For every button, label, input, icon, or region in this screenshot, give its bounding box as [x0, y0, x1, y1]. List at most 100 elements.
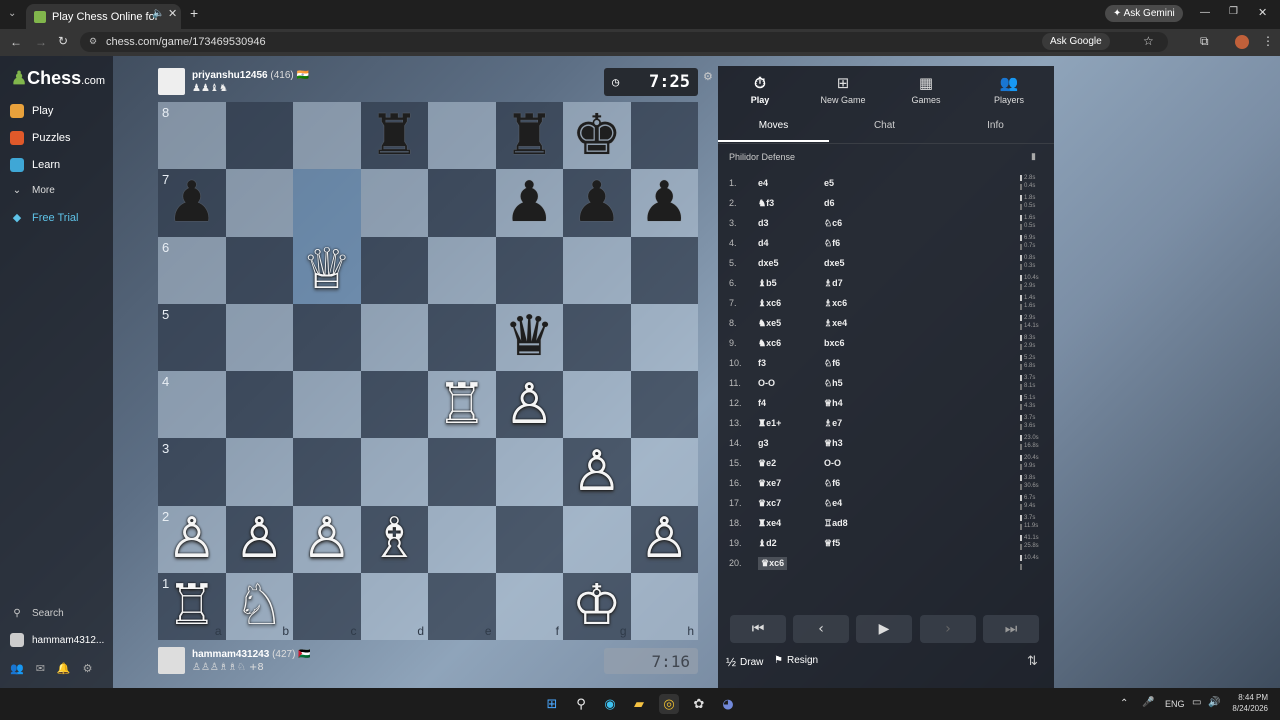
black-piece[interactable]: ♚ [572, 107, 622, 164]
square-e5[interactable] [428, 303, 496, 371]
square-c8[interactable] [293, 102, 361, 170]
tab-players[interactable]: 👥 Players [974, 74, 1044, 105]
flip-board-icon[interactable]: ⇅ [1027, 653, 1038, 669]
black-move[interactable]: ♕h3 [824, 438, 890, 449]
file-explorer-icon[interactable]: ▰ [629, 694, 649, 714]
system-clock[interactable]: 8:44 PM 8/24/2026 [1224, 692, 1268, 714]
edge-icon[interactable]: ◉ [600, 694, 620, 714]
square-g4[interactable] [563, 371, 631, 439]
white-piece[interactable]: ♗ [369, 511, 419, 567]
white-move[interactable]: dxe5 [758, 258, 824, 268]
square-f4[interactable]: ♙ [495, 371, 563, 439]
clock-history-icon[interactable]: ▮ [1031, 151, 1036, 162]
square-a8[interactable]: 8 [158, 102, 226, 170]
restore-icon[interactable]: ❐ [1229, 6, 1238, 17]
first-move-button[interactable]: ⏮ [730, 615, 786, 643]
mic-icon[interactable]: 🎤 [1142, 697, 1154, 708]
tab-games[interactable]: ▦ Games [891, 74, 961, 105]
square-a5[interactable]: 5 [158, 303, 226, 371]
square-f7[interactable]: ♟ [495, 169, 563, 237]
black-move[interactable]: ♖ad8 [824, 518, 890, 529]
square-f5[interactable]: ♛ [495, 303, 563, 371]
black-move[interactable]: ♘f6 [824, 358, 890, 369]
white-move[interactable]: e4 [758, 178, 824, 188]
board-settings-icon[interactable]: ⚙ [703, 70, 713, 83]
square-h3[interactable] [630, 438, 698, 506]
square-b7[interactable] [225, 169, 293, 237]
sidebar-item-play[interactable]: Play [10, 104, 53, 118]
white-move[interactable]: ♜e1+ [758, 418, 824, 429]
subtab-info[interactable]: Info [940, 120, 1051, 131]
messages-icon[interactable]: ✉ [36, 662, 45, 675]
sidebar-item-learn[interactable]: Learn [10, 158, 60, 172]
chess-logo[interactable]: ♟ Chess .com [11, 68, 105, 89]
app-icon[interactable]: ✿ [689, 694, 709, 714]
square-h5[interactable] [630, 303, 698, 371]
square-h6[interactable] [630, 236, 698, 304]
forward-icon[interactable]: → [35, 35, 47, 49]
white-piece[interactable]: ♙ [302, 511, 352, 567]
white-move[interactable]: f4 [758, 398, 824, 408]
sidebar-user[interactable]: hammam4312... [10, 633, 104, 647]
sidebar-item-free-trial[interactable]: ◆ Free Trial [10, 211, 79, 225]
last-move-button[interactable]: ⏭ [983, 615, 1039, 643]
square-c3[interactable] [293, 438, 361, 506]
black-move[interactable]: O-O [824, 458, 890, 468]
square-c5[interactable] [293, 303, 361, 371]
browser-menu-icon[interactable]: ⋮ [1262, 34, 1274, 48]
black-move[interactable]: ♗xe4 [824, 318, 890, 329]
black-move[interactable]: ♗xc6 [824, 298, 890, 309]
black-move[interactable]: e5 [824, 178, 890, 188]
square-e6[interactable] [428, 236, 496, 304]
black-piece[interactable]: ♜ [369, 107, 419, 164]
chess-board[interactable]: 8 ♜ ♜ ♚ 7 ♟ ♟ ♟ ♟ 6 ♕ 5 ♛ 4 ♖ ♙ 3 ♙ 2 ♙ ♙ ♙ ♗ ♙ 1 a ♖ b ♘ c d e f g ♔ h [158, 102, 698, 640]
white-piece[interactable]: ♔ [572, 578, 622, 634]
black-move[interactable]: ♗d7 [824, 278, 890, 289]
square-d5[interactable] [360, 303, 428, 371]
square-g1[interactable]: g ♔ [563, 572, 631, 640]
previous-move-button[interactable]: ‹ [793, 615, 849, 643]
white-move[interactable]: ♞xc6 [758, 338, 824, 349]
white-piece[interactable]: ♙ [167, 511, 217, 567]
ask-gemini-button[interactable]: ✦ Ask Gemini [1105, 5, 1183, 22]
back-icon[interactable]: ← [10, 35, 22, 49]
square-e8[interactable] [428, 102, 496, 170]
square-a2[interactable]: 2 ♙ [158, 505, 226, 573]
opening-name[interactable]: Philidor Defense [729, 152, 795, 162]
square-f6[interactable] [495, 236, 563, 304]
white-move[interactable]: ♞f3 [758, 198, 824, 209]
white-move[interactable]: ♛e2 [758, 458, 824, 469]
chrome-icon[interactable]: ◎ [659, 694, 679, 714]
volume-icon[interactable]: 🔊 [1208, 697, 1220, 708]
square-c1[interactable]: c [293, 572, 361, 640]
white-move[interactable]: g3 [758, 438, 824, 448]
bottom-player-avatar[interactable] [158, 647, 185, 674]
top-player-avatar[interactable] [158, 68, 185, 95]
black-move[interactable]: d6 [824, 198, 890, 208]
white-piece[interactable]: ♙ [572, 443, 622, 500]
white-piece[interactable]: ♙ [504, 376, 554, 433]
tab-play[interactable]: ⏱ Play [725, 74, 795, 105]
sidebar-search[interactable]: ⚲ Search [10, 608, 63, 619]
square-d2[interactable]: ♗ [360, 505, 428, 573]
black-move[interactable]: ♕h4 [824, 398, 890, 409]
sidebar-item-puzzles[interactable]: Puzzles [10, 131, 71, 145]
square-g3[interactable]: ♙ [563, 438, 631, 506]
square-c6[interactable]: ♕ [293, 236, 361, 304]
black-move[interactable]: ♘c6 [824, 218, 890, 229]
language-indicator[interactable]: ENG [1165, 699, 1185, 709]
extensions-icon[interactable]: ⧉ [1200, 34, 1209, 49]
network-icon[interactable]: ▭ [1192, 697, 1201, 708]
reload-icon[interactable]: ↻ [58, 34, 68, 48]
square-a4[interactable]: 4 [158, 371, 226, 439]
square-c2[interactable]: ♙ [293, 505, 361, 573]
square-a7[interactable]: 7 ♟ [158, 169, 226, 237]
square-e1[interactable]: e [428, 572, 496, 640]
white-move[interactable]: O-O [758, 378, 824, 388]
white-move[interactable]: f3 [758, 358, 824, 368]
square-h2[interactable]: ♙ [630, 505, 698, 573]
site-info-icon[interactable]: ⚙ [89, 36, 97, 47]
square-g2[interactable] [563, 505, 631, 573]
white-move[interactable]: ♝xc6 [758, 298, 824, 309]
white-move[interactable]: ♞xe5 [758, 318, 824, 329]
